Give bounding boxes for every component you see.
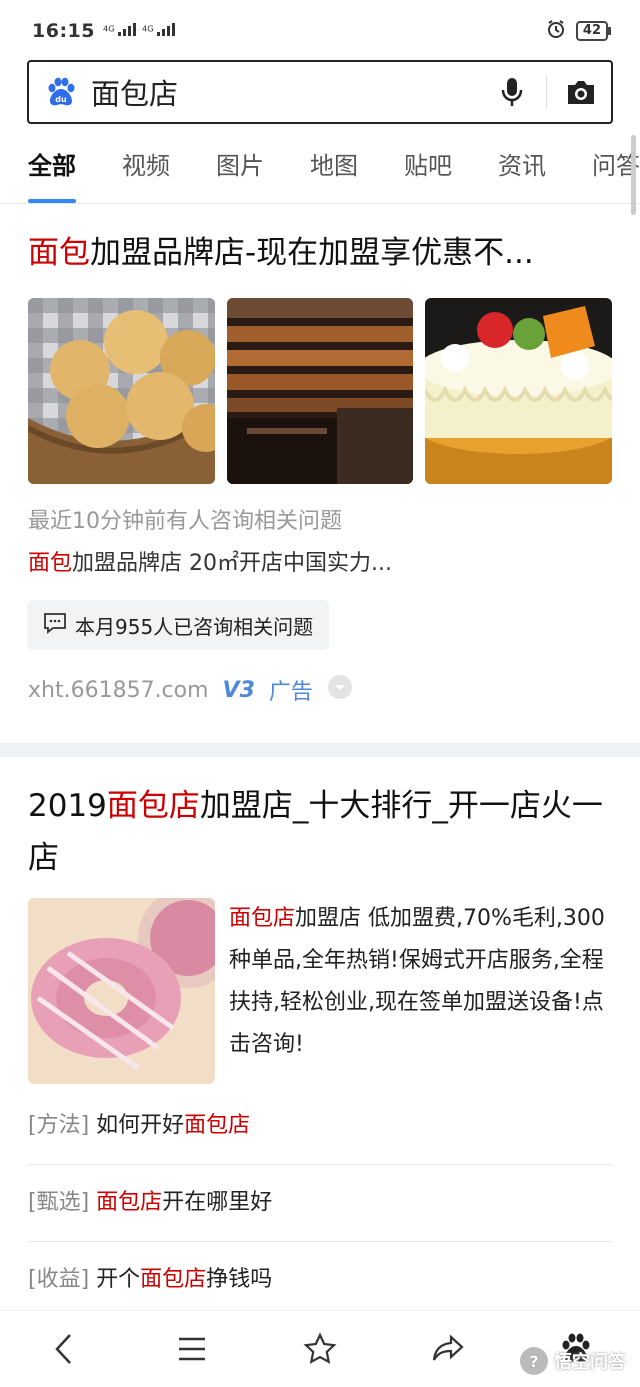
tab-tieba[interactable]: 贴吧 [381,145,475,203]
sublink-tag: [收益] [28,1267,90,1292]
ad-url[interactable]: xht.661857.com [28,678,209,703]
search-result-card[interactable]: 2019面包店加盟店_十大排行_开一店火一店 面包店加盟店 低加盟费,70%毛利… [0,780,640,1318]
status-time: 16:15 [32,20,95,42]
ad-image-row [0,298,640,484]
status-bar: 16:15 4G 4G 42 [0,0,640,62]
ad-desc-text: 加盟品牌店 20㎡开店中国实力... [72,551,392,576]
ad-consult-row: 本月955人已咨询相关问题 [0,600,640,650]
tab-map[interactable]: 地图 [287,145,381,203]
result-title-highlight: 面包店 [106,788,200,824]
result-title-prefix: 2019 [28,788,107,824]
result-snippet-highlight: 面包店 [229,906,296,931]
ad-title[interactable]: 面包加盟品牌店-现在加盟享优惠不... [0,230,640,276]
sublink-text-pre: 开个 [89,1267,141,1292]
ad-label: 广告 [268,680,313,705]
ad-desc-highlight: 面包 [28,551,73,576]
scrollbar[interactable] [631,135,636,215]
result-snippet: 面包店加盟店 低加盟费,70%毛利,300种单品,全年热销!保姆式开店服务,全程… [229,898,612,1084]
sublink-tag: [方法] [28,1113,90,1138]
watermark-text: 悟空问答 [554,1352,626,1373]
sublink-tag: [甄选] [28,1190,90,1215]
search-bar[interactable]: du [27,60,613,124]
search-input[interactable] [89,74,490,110]
result-title[interactable]: 2019面包店加盟店_十大排行_开一店火一店 [0,780,640,884]
network-1: 4G [103,23,136,39]
search-divider [546,75,547,109]
back-arrow-icon[interactable] [32,1317,96,1381]
sublink-text-post: 挣钱吗 [206,1267,273,1292]
sublink-profit[interactable]: [收益] 开个面包店挣钱吗 [28,1242,612,1318]
section-separator [0,743,640,757]
ad-title-highlight: 面包 [28,235,90,271]
network-2-label: 4G [141,23,154,34]
ad-title-text: 加盟品牌店-现在加盟享优惠不... [90,235,534,271]
network-1-label: 4G [102,23,115,34]
watermark-logo-icon: ? [520,1347,548,1375]
sublink-highlight: 面包店 [184,1113,251,1138]
watermark: ? 悟空问答 [520,1347,626,1375]
result-body: 面包店加盟店 低加盟费,70%毛利,300种单品,全年热销!保姆式开店服务,全程… [0,898,640,1084]
v3-badge-icon: V3 [222,677,255,703]
tab-images[interactable]: 图片 [193,145,287,203]
star-bookmark-icon[interactable] [288,1317,352,1381]
ad-image-bread-basket[interactable] [28,298,215,484]
baidu-logo-icon: du [45,76,77,108]
tab-video[interactable]: 视频 [99,145,193,203]
ad-source-row: xht.661857.com V3 广告 [0,672,640,708]
ad-recent-text: 最近10分钟前有人咨询相关问题 [28,509,342,534]
sublink-method[interactable]: [方法] 如何开好面包店 [28,1088,612,1165]
share-icon[interactable] [416,1317,480,1381]
signal-bars-icon [156,23,175,36]
ad-description: 面包加盟品牌店 20㎡开店中国实力... [0,542,640,586]
tab-news[interactable]: 资讯 [475,145,569,203]
sublink-highlight: 面包店 [96,1190,163,1215]
network-2: 4G [142,23,175,39]
ad-menu-dropdown-icon[interactable] [327,674,353,706]
sublink-text-pre: 如何开好 [89,1113,185,1138]
sublink-text-post: 开在哪里好 [162,1190,273,1215]
consult-button[interactable]: 本月955人已咨询相关问题 [27,600,330,650]
consult-label: 本月955人已咨询相关问题 [75,614,314,639]
voice-search-icon[interactable] [490,76,534,108]
menu-icon[interactable] [160,1317,224,1381]
ad-result-card[interactable]: 面包加盟品牌店-现在加盟享优惠不... 最近10分钟前有人咨询相关问题 面包加盟… [0,204,640,708]
tab-qa[interactable]: 问答 [569,145,640,203]
signal-bars-icon [117,23,136,36]
alarm-icon [546,19,566,44]
sublink-highlight: 面包店 [140,1267,207,1292]
battery-indicator: 42 [575,21,612,41]
result-sublinks: [方法] 如何开好面包店 [甄选] 面包店开在哪里好 [收益] 开个面包店挣钱吗 [0,1088,640,1318]
camera-search-icon[interactable] [559,78,603,106]
ad-image-fruit-cake[interactable] [425,298,613,484]
tab-all[interactable]: 全部 [0,145,99,203]
svg-text:du: du [55,95,67,104]
ad-image-bakery-shelves[interactable] [226,298,414,484]
sublink-selection[interactable]: [甄选] 面包店开在哪里好 [28,1165,612,1242]
chat-bubble-icon [43,612,67,639]
search-tabs: 全部 视频 图片 地图 贴吧 资讯 问答 [0,145,640,204]
result-image-pink-bread[interactable] [28,898,215,1084]
signal-indicators: 4G 4G [103,23,175,39]
